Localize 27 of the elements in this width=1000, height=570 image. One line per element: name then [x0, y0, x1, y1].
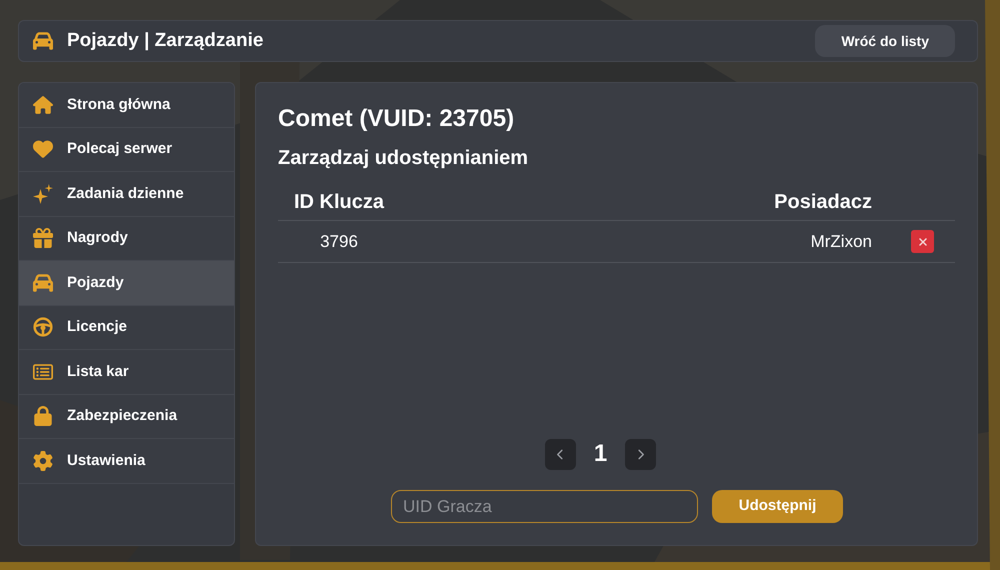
section-title: Zarządzaj udostępnianiem	[278, 146, 530, 171]
sidebar-item[interactable]: Pojazdy	[19, 261, 234, 306]
next-page-button[interactable]	[625, 438, 656, 470]
table-cell-text: 3796	[319, 230, 359, 253]
settings-icon	[33, 450, 53, 471]
car-icon	[33, 272, 53, 293]
sidebar-item[interactable]: Polecaj serwer	[19, 128, 234, 172]
lock-icon	[33, 406, 53, 426]
page-number: 1	[594, 439, 608, 469]
previous-page-button[interactable]	[544, 438, 576, 470]
list-icon	[33, 362, 53, 382]
sidebar-item[interactable]: Licencje	[19, 306, 234, 350]
back-button[interactable]: Wróć do listy	[815, 25, 955, 57]
sparkles-icon	[33, 184, 53, 204]
steering-wheel-icon	[33, 317, 53, 338]
table-cell-text: MrZixon	[810, 230, 872, 253]
vehicle-title: Comet (VUID: 23705)	[278, 104, 516, 134]
page-title: Pojazdy | Zarządzanie	[67, 28, 264, 53]
column-header: Posiadacz	[774, 190, 872, 214]
heart-icon	[33, 139, 53, 160]
house-icon	[33, 94, 53, 115]
delete-button[interactable]	[911, 230, 934, 253]
car-icon	[33, 31, 53, 51]
player-uid-field[interactable]: UID Gracza	[391, 490, 698, 523]
column-header: ID Klucza	[292, 190, 386, 214]
close-icon	[916, 236, 928, 248]
gift-icon	[33, 228, 53, 248]
